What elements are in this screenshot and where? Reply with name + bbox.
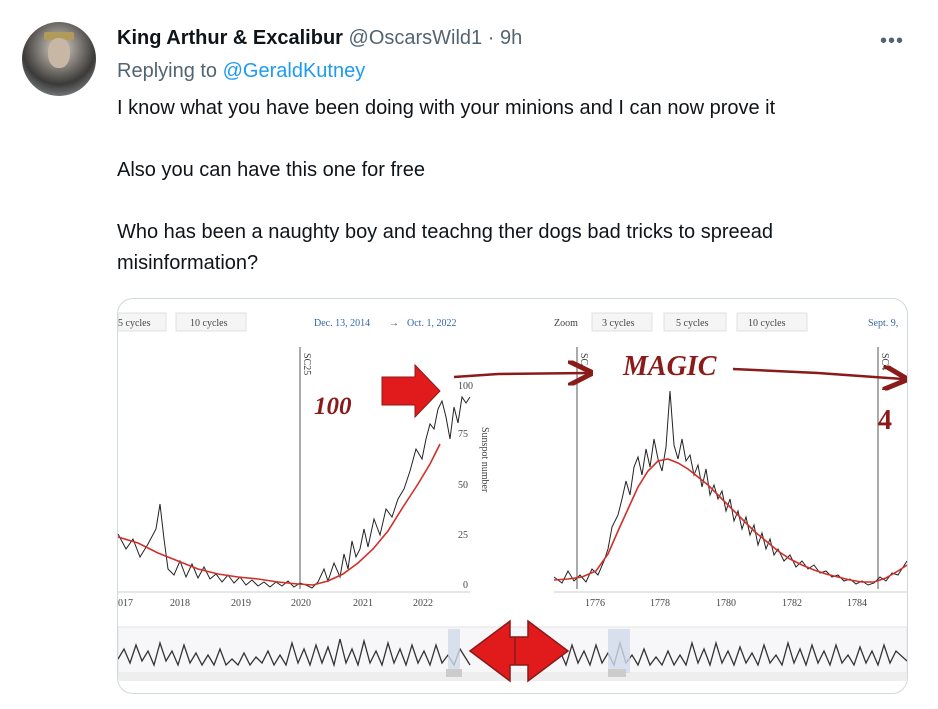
display-name[interactable]: King Arthur & Excalibur (117, 27, 343, 49)
separator: · (487, 27, 495, 49)
smoothed-series-right (553, 458, 907, 583)
zoom-button-5-label: 5 cycles (118, 318, 151, 329)
tweet-text: I know what you have been doing with you… (117, 93, 907, 279)
x-tick: 1780 (716, 598, 736, 609)
tweet-header: King Arthur & Excalibur @OscarsWild1 · 9… (117, 27, 522, 50)
y-axis-label: Sunspot number (479, 427, 490, 493)
tweet-paragraph: Also you can have this one for free (117, 159, 425, 181)
x-tick: 1776 (585, 598, 605, 609)
zoom-label: Zoom (554, 318, 578, 329)
scrollbar-thumb-right[interactable] (608, 669, 626, 677)
zoom-button-5-right-label: 5 cycles (676, 318, 709, 329)
x-tick: 2020 (291, 598, 311, 609)
x-tick: 1782 (782, 598, 802, 609)
tweet-image[interactable]: 5 cycles 10 cycles Dec. 13, 2014 → Oct. … (117, 298, 908, 694)
replying-to: Replying to @GeraldKutney (117, 60, 365, 83)
scrollbar-thumb-left[interactable] (446, 669, 462, 677)
zoom-button-10-label: 10 cycles (190, 318, 228, 329)
date-fragment[interactable]: Sept. 9, (868, 318, 898, 329)
raw-series-left (118, 395, 471, 589)
x-tick: 2019 (231, 598, 251, 609)
magic-arrow-line (453, 373, 588, 377)
cycle-label-right: SC4 (879, 353, 890, 370)
replying-to-link[interactable]: @GeraldKutney (223, 60, 366, 82)
more-options-icon[interactable]: ••• (880, 30, 904, 53)
zoom-button-10-right-label: 10 cycles (748, 318, 786, 329)
x-tick: 2018 (170, 598, 190, 609)
left-panel: 5 cycles 10 cycles Dec. 13, 2014 → Oct. … (118, 312, 490, 609)
avatar[interactable] (22, 22, 96, 96)
y-tick: 100 (458, 381, 473, 392)
smoothed-series-left (118, 443, 441, 586)
x-tick: 2021 (353, 598, 373, 609)
navigator-handle-left[interactable] (448, 629, 460, 673)
x-tick: 1778 (650, 598, 670, 609)
date-arrow: → (389, 318, 399, 329)
timestamp[interactable]: 9h (500, 27, 522, 49)
annotation-100: 100 (314, 393, 352, 420)
tweet-paragraph: Who has been a naughty boy and teachng t… (117, 221, 773, 274)
cycle-label: SC25 (301, 353, 312, 375)
face-shape (48, 38, 70, 68)
user-handle[interactable]: @OscarsWild1 (349, 27, 483, 49)
zoom-button-3-label: 3 cycles (602, 318, 635, 329)
x-tick: 017 (118, 598, 133, 609)
red-arrow-left (381, 363, 441, 419)
date-from[interactable]: Dec. 13, 2014 (314, 318, 370, 329)
chart-composite: 5 cycles 10 cycles Dec. 13, 2014 → Oct. … (118, 312, 907, 683)
navigator-handle-right[interactable] (608, 629, 630, 673)
cycle-label-left: SC (578, 353, 589, 366)
scrollbar-track[interactable] (118, 673, 907, 681)
y-tick: 75 (458, 429, 468, 440)
annotation-4: 4 (878, 405, 892, 436)
y-tick: 50 (458, 480, 468, 491)
y-tick: 25 (458, 530, 468, 541)
annotation-magic: MAGIC (622, 351, 717, 382)
replying-to-label: Replying to (117, 60, 218, 82)
y-tick: 0 (463, 580, 468, 591)
right-panel: Zoom 3 cycles 5 cycles 10 cycles Sept. 9… (453, 312, 907, 609)
x-tick: 2022 (413, 598, 433, 609)
date-to[interactable]: Oct. 1, 2022 (407, 318, 456, 329)
x-tick: 1784 (847, 598, 867, 609)
tweet-paragraph: I know what you have been doing with you… (117, 97, 776, 119)
